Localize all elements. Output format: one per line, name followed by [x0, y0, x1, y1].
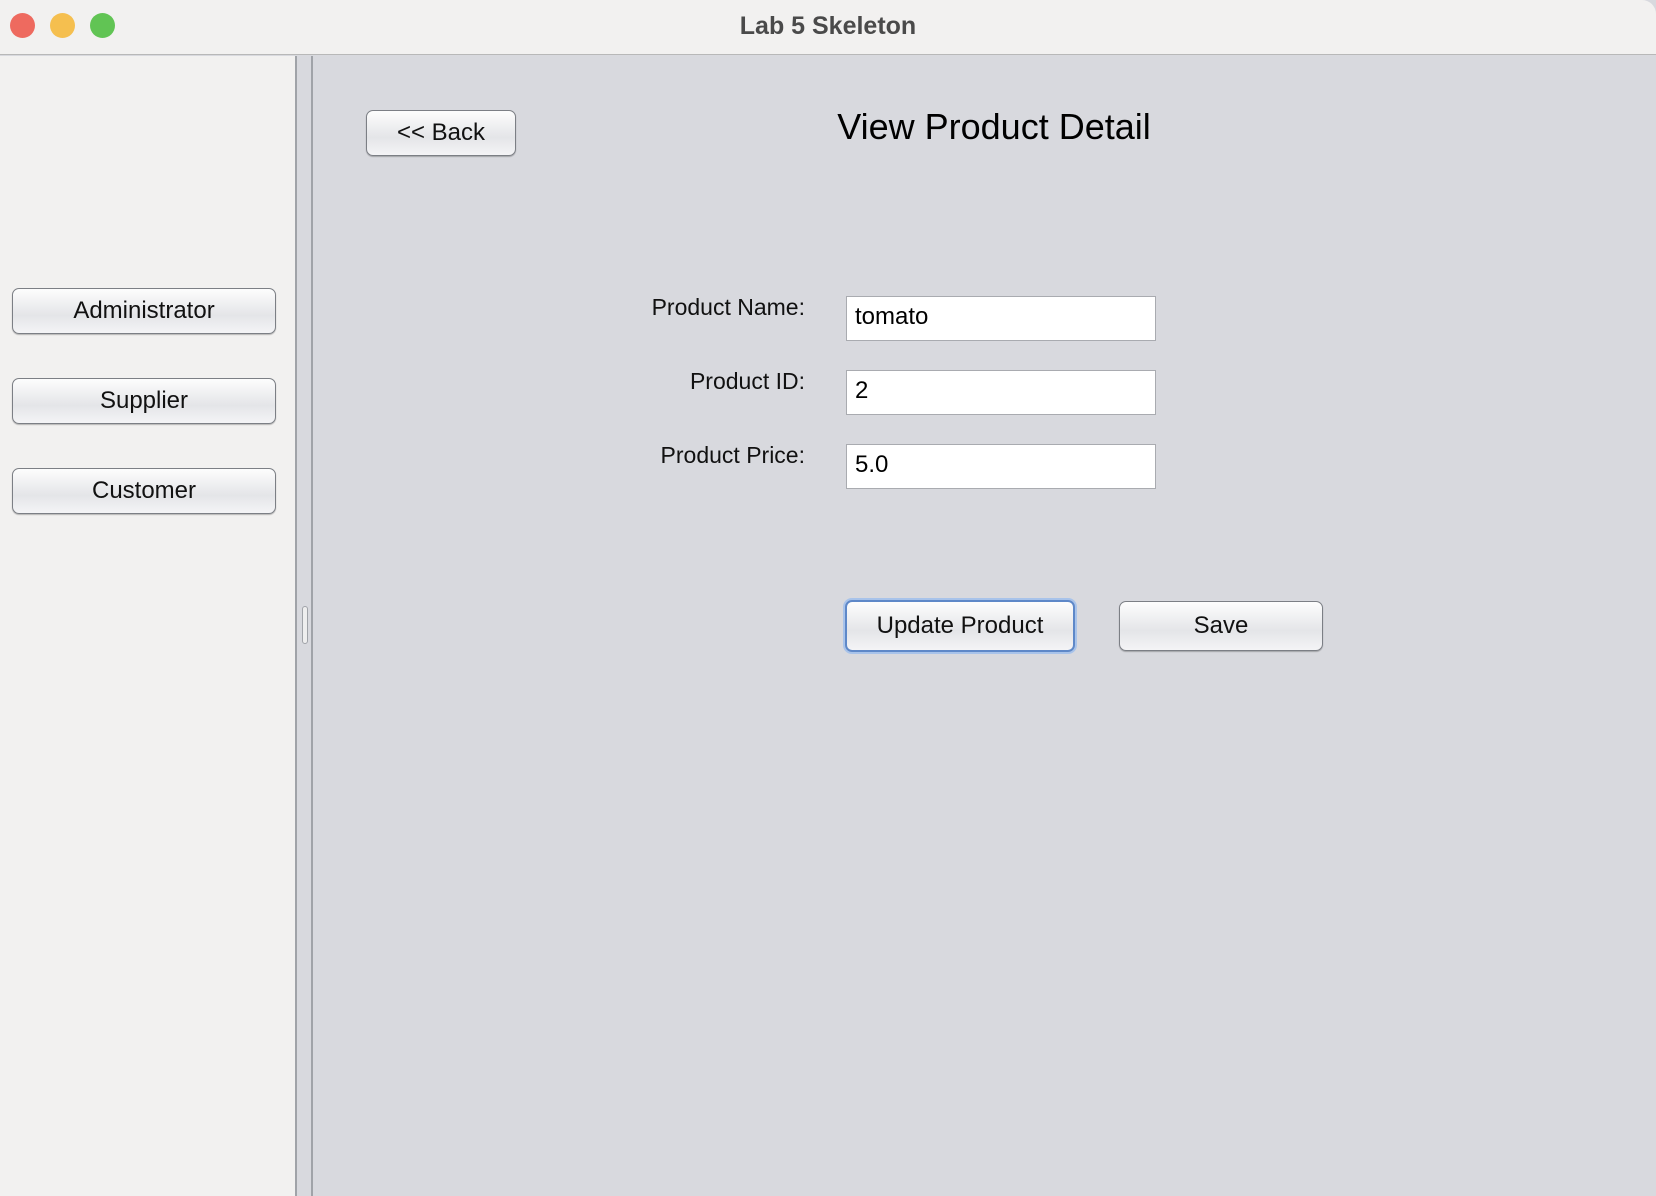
- product-id-field[interactable]: 2: [846, 370, 1156, 415]
- customer-button[interactable]: Customer: [12, 468, 276, 514]
- page-title: View Product Detail: [837, 106, 1151, 147]
- supplier-button[interactable]: Supplier: [12, 378, 276, 424]
- sidebar: Administrator Supplier Customer: [0, 56, 295, 1196]
- back-button[interactable]: << Back: [366, 110, 516, 156]
- split-pane-divider[interactable]: [295, 56, 313, 1196]
- title-bar: Lab 5 Skeleton: [0, 0, 1656, 55]
- product-price-field[interactable]: 5.0: [846, 444, 1156, 489]
- administrator-button[interactable]: Administrator: [12, 288, 276, 334]
- product-name-label: Product Name:: [651, 294, 805, 320]
- product-name-field[interactable]: tomato: [846, 296, 1156, 341]
- divider-grip[interactable]: [302, 606, 308, 644]
- update-product-button[interactable]: Update Product: [845, 600, 1075, 652]
- save-button[interactable]: Save: [1119, 601, 1323, 651]
- product-id-label: Product ID:: [689, 368, 805, 394]
- window-title: Lab 5 Skeleton: [739, 12, 917, 40]
- product-price-label: Product Price:: [660, 442, 805, 468]
